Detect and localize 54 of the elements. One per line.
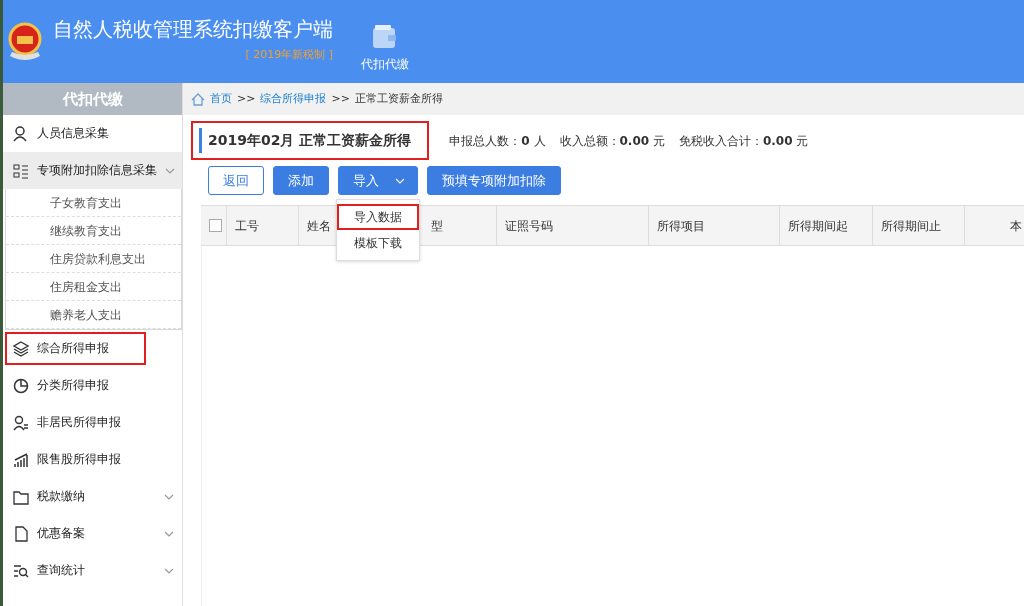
emblem-icon [7,21,43,62]
breadcrumb-link[interactable]: 综合所得申报 [260,90,327,108]
bar-chart-icon [13,451,29,468]
column-header: 所得期间止 [881,217,941,235]
person-icon [13,125,29,142]
sidebar-item[interactable]: 综合所得申报 [3,330,148,367]
document-icon [13,525,29,542]
column-header: 所得期间起 [788,217,848,235]
column-header: 型 [431,217,443,235]
pie-chart-icon [13,377,29,394]
sidebar-item[interactable]: 专项附加扣除信息采集 [3,152,182,189]
breadcrumb-separator: >> [237,90,256,107]
wallet-icon [372,24,398,49]
person-icon [13,414,29,431]
sidebar-item[interactable]: 非居民所得申报 [3,404,182,441]
app-title: 自然人税收管理系统扣缴客户端 [53,19,333,40]
column-header: 所得项目 [657,217,705,235]
toolbar-button[interactable]: 预填专项附加扣除 [427,166,561,195]
breadcrumb-current: 正常工资薪金所得 [354,90,443,107]
folder-icon [13,488,29,505]
sidebar-item[interactable]: 查询统计 [3,552,182,589]
dropdown-button[interactable]: 导入 [338,166,418,195]
toolbar-button[interactable]: 添加 [273,166,329,195]
page-title: 2019年02月 正常工资薪金所得 [199,128,422,153]
search-list-icon [13,562,29,579]
breadcrumb-separator: >> [331,90,350,107]
summary-stat: 收入总额：0.00 元 [559,132,665,150]
breadcrumb-link[interactable]: 首页 [210,90,232,108]
submenu-item[interactable]: 住房贷款利息支出 [6,245,181,273]
sidebar-item[interactable]: 税款缴纳 [3,478,182,515]
sidebar-item[interactable]: 分类所得申报 [3,367,182,404]
sidebar-item[interactable]: 优惠备案 [3,515,182,552]
column-header: 本 [1010,217,1022,235]
submenu-item[interactable]: 赡养老人支出 [6,301,181,329]
list-icon [13,162,29,179]
submenu-item[interactable]: 住房租金支出 [6,273,181,301]
sidebar-title: 代扣代缴 [3,83,182,115]
menu-item[interactable]: 导入数据 [337,204,419,230]
home-icon [191,92,205,106]
submenu-item[interactable]: 继续教育支出 [6,217,181,245]
submenu-item[interactable]: 子女教育支出 [6,189,181,217]
layers-icon [13,340,29,357]
column-header: 姓名 [307,217,331,235]
sidebar-item[interactable]: 限售股所得申报 [3,441,182,478]
menu-item[interactable]: 模板下载 [337,230,419,256]
column-header: 工号 [235,217,259,235]
toolbar-button[interactable]: 返回 [208,166,264,195]
caret-icon [395,178,405,185]
sidebar-item[interactable]: 人员信息采集 [3,115,182,152]
app-subtitle: [ 2019年新税制 ] [244,47,333,64]
summary-stat: 申报总人数：0 人 [449,132,546,150]
checkbox[interactable] [209,219,222,232]
summary-stat: 免税收入合计：0.00 元 [678,132,809,150]
column-header: 证照号码 [505,217,553,235]
